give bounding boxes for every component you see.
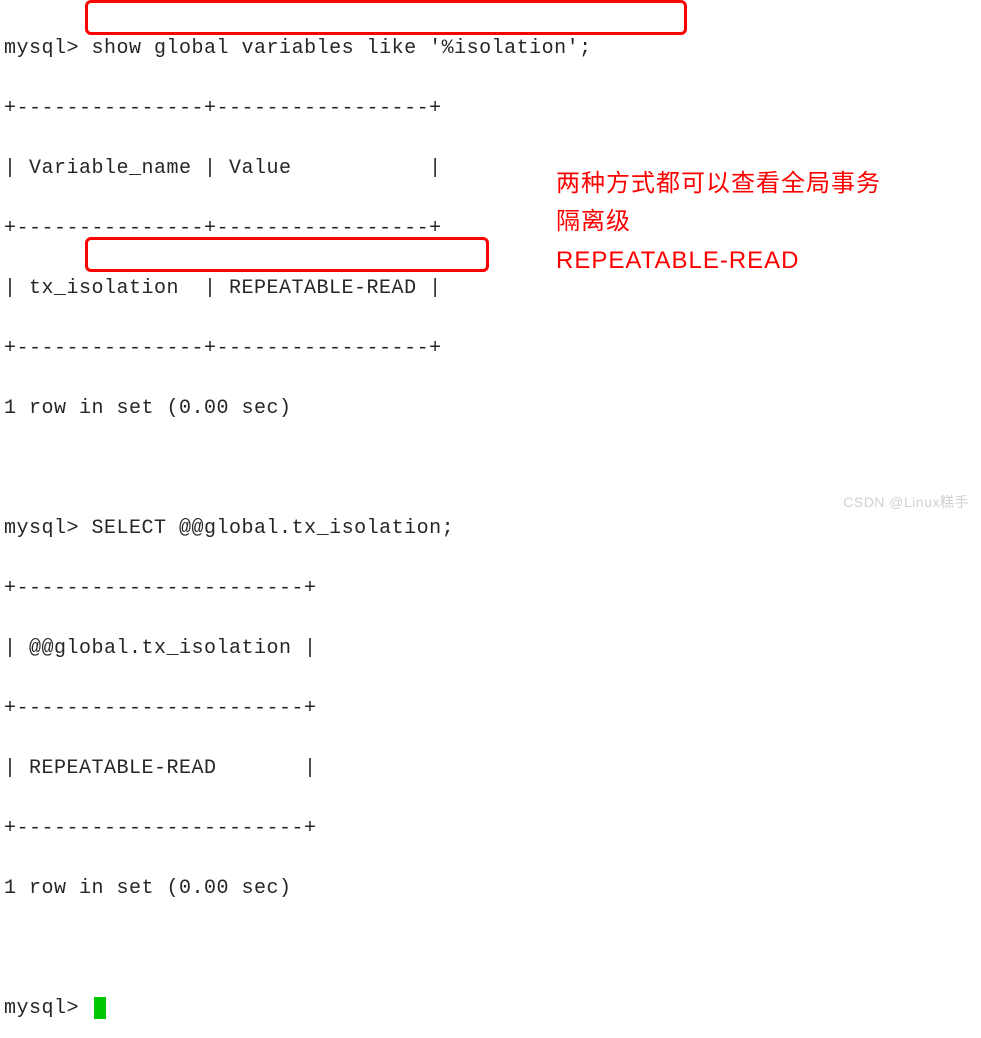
table-separator: +---------------+-----------------+ — [4, 94, 977, 124]
table-separator: +-----------------------+ — [4, 694, 977, 724]
table-separator: +-----------------------+ — [4, 574, 977, 604]
table-header-row: | @@global.tx_isolation | — [4, 634, 977, 664]
result-summary: 1 row in set (0.00 sec) — [4, 874, 977, 904]
result-summary: 1 row in set (0.00 sec) — [4, 394, 977, 424]
watermark-text: CSDN @Linux糕手 — [843, 492, 969, 513]
terminal-output: mysql> show global variables like '%isol… — [4, 4, 977, 1038]
table-separator: +---------------+-----------------+ — [4, 334, 977, 364]
annotation-line-2: 隔离级 — [556, 203, 881, 241]
table-data-row: | REPEATABLE-READ | — [4, 754, 977, 784]
annotation-text: 两种方式都可以查看全局事务 隔离级 REPEATABLE-READ — [556, 165, 881, 280]
annotation-line-1: 两种方式都可以查看全局事务 — [556, 165, 881, 203]
sql-query-1: show global variables like '%isolation'; — [92, 37, 592, 60]
cursor-icon[interactable] — [94, 997, 106, 1019]
table-separator: +-----------------------+ — [4, 814, 977, 844]
mysql-prompt: mysql> — [4, 517, 79, 540]
mysql-prompt: mysql> — [4, 37, 79, 60]
annotation-line-3: REPEATABLE-READ — [556, 242, 881, 280]
mysql-prompt: mysql> — [4, 997, 79, 1020]
sql-query-2: SELECT @@global.tx_isolation; — [92, 517, 455, 540]
